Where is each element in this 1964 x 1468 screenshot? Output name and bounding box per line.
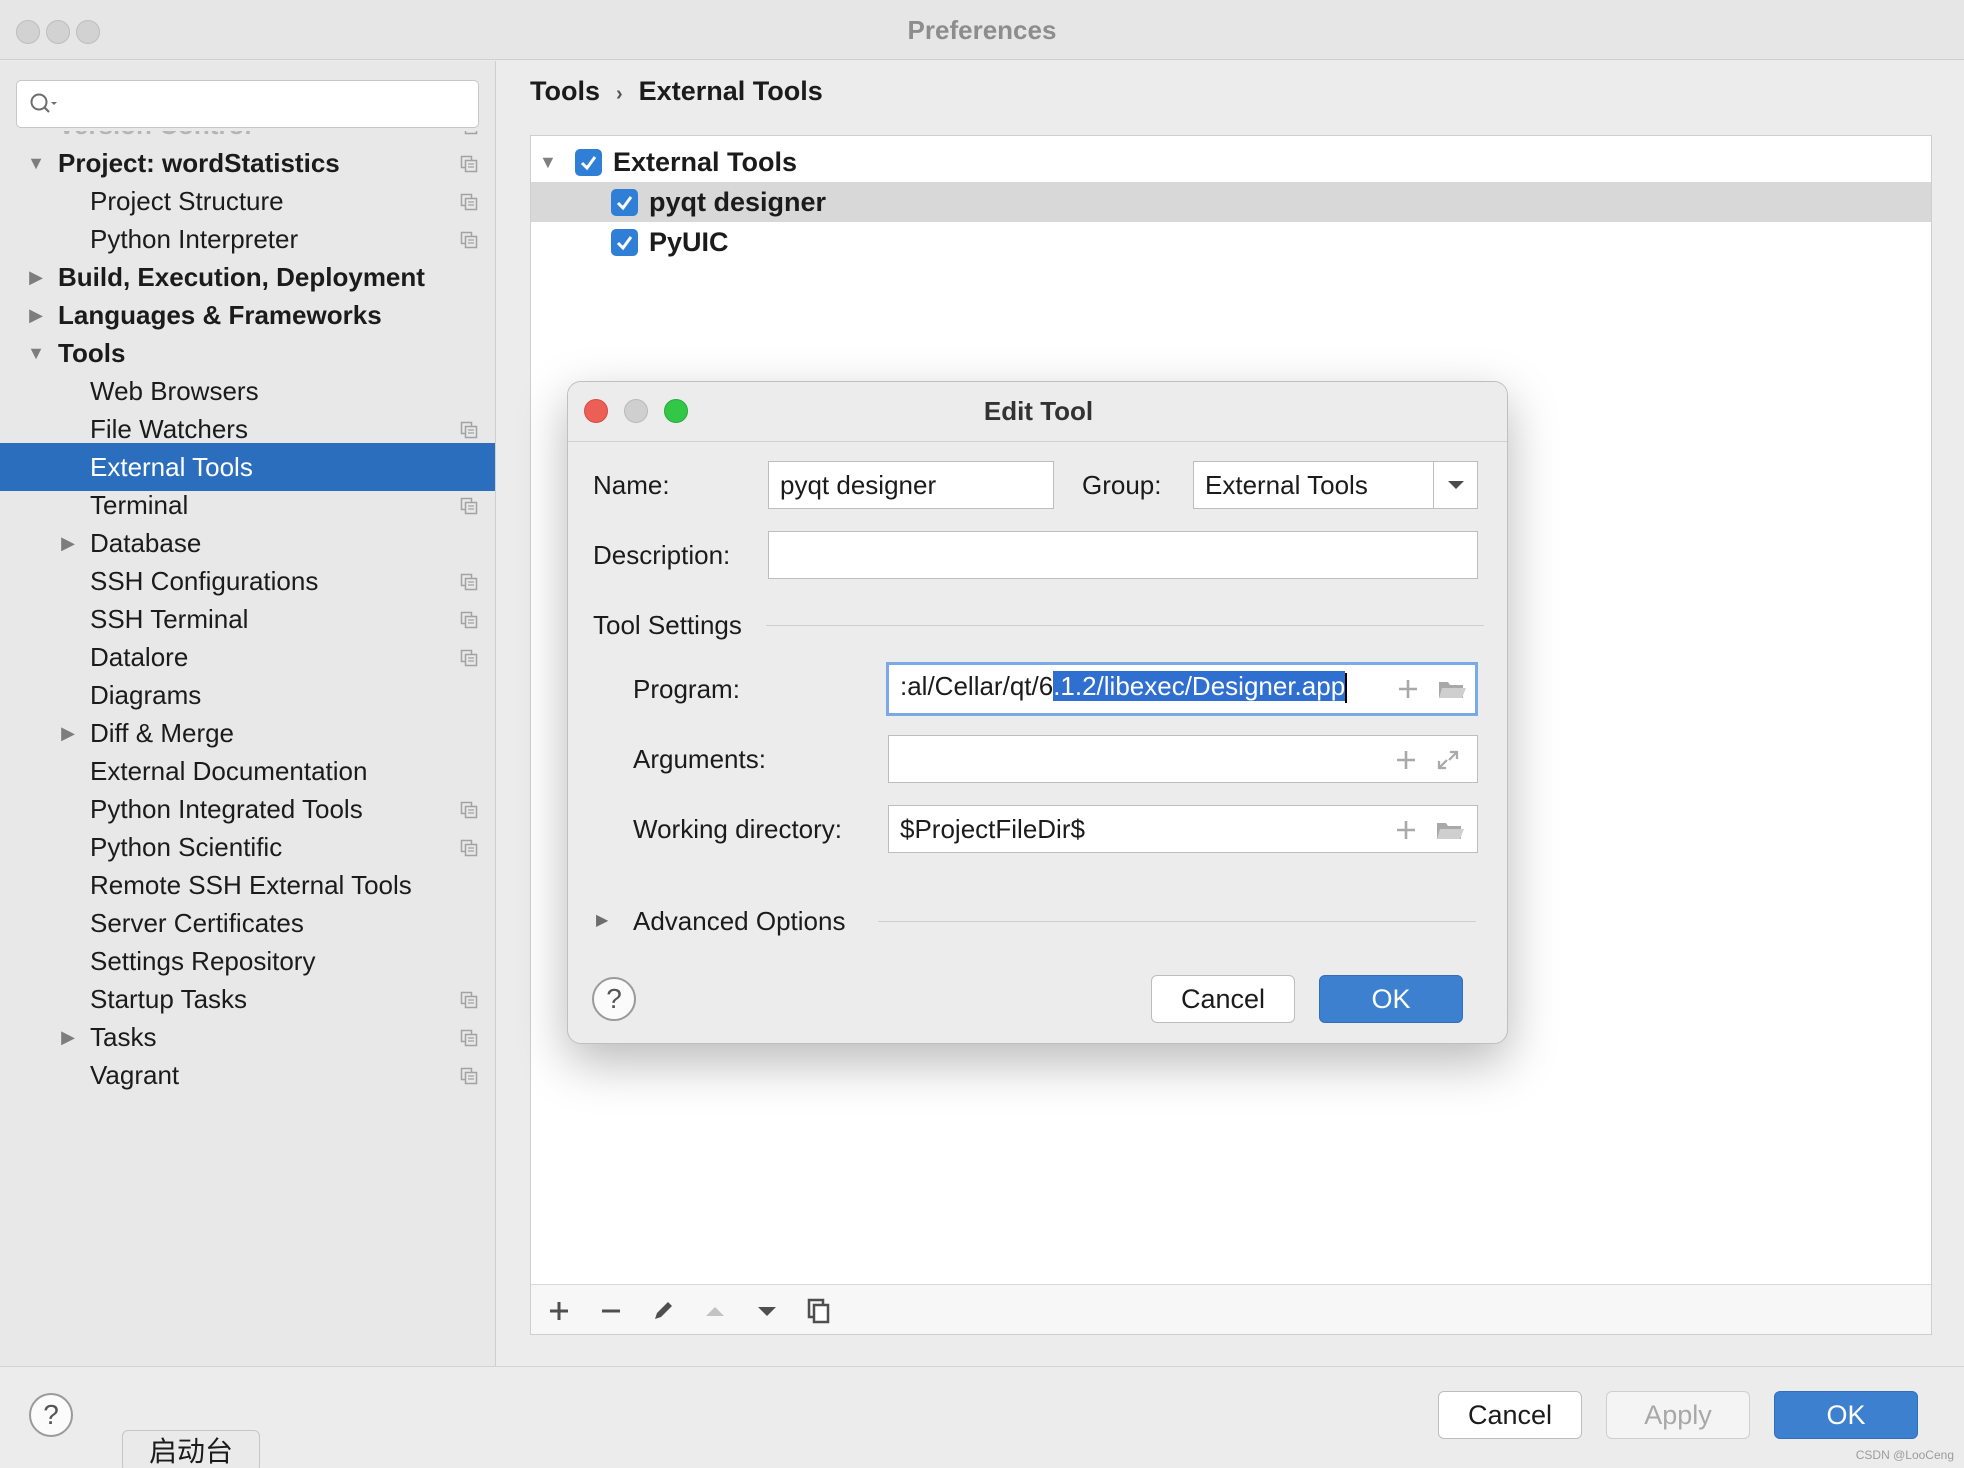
copy-tool-button[interactable] [803, 1295, 835, 1327]
program-label: Program: [633, 674, 740, 704]
tools-group-row[interactable]: ▼ External Tools [531, 142, 1931, 182]
dialog-titlebar: Edit Tool [568, 382, 1507, 442]
search-icon [30, 93, 57, 113]
preferences-ok-button[interactable]: OK [1774, 1391, 1918, 1439]
tool-checkbox-pyqt-designer[interactable] [611, 189, 638, 216]
window-title: Preferences [907, 15, 1057, 45]
tool-label-pyqt-designer: pyqt designer [649, 187, 827, 217]
arguments-field[interactable] [888, 735, 1478, 783]
project-level-icon [460, 421, 478, 439]
tool-row-pyuic[interactable]: PyUIC [531, 222, 1931, 262]
settings-tree: Version Control▼Project: wordStatisticsP… [0, 131, 495, 1366]
name-field[interactable]: pyqt designer [768, 461, 1054, 509]
browse-folder-icon[interactable] [1435, 818, 1465, 842]
advanced-options-toggle[interactable]: Advanced Options [633, 897, 845, 945]
group-combobox[interactable]: External Tools [1193, 461, 1478, 509]
project-level-icon [460, 649, 478, 667]
group-label: Group: [1082, 470, 1162, 500]
tools-toolbar [531, 1284, 1931, 1334]
project-level-icon [460, 611, 478, 629]
working-directory-text: $ProjectFileDir$ [900, 814, 1085, 844]
preferences-footer: ? Cancel Apply OK [0, 1366, 1964, 1468]
settings-sidebar: Version Control▼Project: wordStatisticsP… [0, 61, 496, 1366]
breadcrumb-parent[interactable]: Tools [530, 76, 600, 106]
checkmark-icon [616, 196, 633, 211]
project-level-icon [460, 801, 478, 819]
move-up-button[interactable] [699, 1295, 731, 1327]
preferences-apply-button[interactable]: Apply [1606, 1391, 1750, 1439]
insert-macro-icon[interactable] [1393, 748, 1419, 772]
settings-search-box[interactable] [16, 80, 479, 128]
settings-search-input[interactable] [69, 87, 469, 121]
tools-group-label: External Tools [613, 147, 798, 177]
tool-row-pyqt-designer[interactable]: pyqt designer [531, 182, 1931, 222]
arguments-label: Arguments: [633, 744, 766, 774]
dialog-cancel-button[interactable]: Cancel [1151, 975, 1295, 1023]
program-text-selected: .1.2/libexec/Designer.app [1053, 671, 1346, 701]
name-label: Name: [593, 470, 670, 500]
tool-checkbox-pyuic[interactable] [611, 229, 638, 256]
move-down-button[interactable] [751, 1295, 783, 1327]
project-level-icon [460, 991, 478, 1009]
text-caret [1345, 673, 1348, 704]
sidebar-item[interactable]: Vagrant [0, 1051, 495, 1099]
chevron-down-icon[interactable] [1433, 462, 1477, 508]
checkmark-icon [616, 236, 633, 251]
dialog-title: Edit Tool [983, 396, 1094, 426]
program-text: :al/Cellar/qt/6 [900, 671, 1054, 701]
checkmark-icon [580, 156, 597, 171]
insert-macro-icon[interactable] [1395, 677, 1421, 701]
dialog-ok-button[interactable]: OK [1319, 975, 1463, 1023]
browse-folder-icon[interactable] [1437, 677, 1467, 701]
preferences-help-button[interactable]: ? [29, 1393, 73, 1437]
project-level-icon [460, 155, 478, 173]
tool-settings-divider [766, 625, 1484, 626]
tool-settings-heading: Tool Settings [593, 610, 742, 640]
description-label: Description: [593, 540, 731, 570]
remove-tool-button[interactable] [595, 1295, 627, 1327]
program-field[interactable]: :al/Cellar/qt/6.1.2/libexec/Designer.app [886, 662, 1478, 716]
edit-tool-dialog: Edit Tool Name: pyqt designer Group: Ext… [567, 381, 1508, 1044]
project-level-icon [460, 231, 478, 249]
project-level-icon [460, 839, 478, 857]
collapse-arrow-icon[interactable]: ▼ [539, 142, 557, 182]
breadcrumb-current: External Tools [638, 76, 823, 106]
project-level-icon [460, 1067, 478, 1085]
expand-icon[interactable] [1435, 748, 1461, 772]
sidebar-item-label: Vagrant [90, 1060, 180, 1090]
breadcrumb-separator: › [616, 83, 623, 105]
dock-launchpad-tooltip: 启动台 [122, 1430, 260, 1468]
preferences-window: Preferences Version Control▼Project: wor… [0, 0, 1964, 1468]
dialog-help-button[interactable]: ? [592, 977, 636, 1021]
project-level-icon [464, 131, 478, 135]
project-level-icon [460, 573, 478, 591]
add-tool-button[interactable] [543, 1295, 575, 1327]
group-combobox-value: External Tools [1205, 470, 1368, 500]
advanced-options-divider [878, 921, 1476, 922]
project-level-icon [460, 1029, 478, 1047]
preferences-cancel-button[interactable]: Cancel [1438, 1391, 1582, 1439]
window-titlebar: Preferences [0, 0, 1964, 60]
insert-macro-icon[interactable] [1393, 818, 1419, 842]
expand-arrow-icon[interactable]: ▶ [596, 897, 608, 945]
description-field[interactable] [768, 531, 1478, 579]
working-directory-field[interactable]: $ProjectFileDir$ [888, 805, 1478, 853]
project-level-icon [460, 193, 478, 211]
tool-label-pyuic: PyUIC [649, 227, 729, 257]
edit-tool-button[interactable] [647, 1295, 679, 1327]
working-directory-label: Working directory: [633, 814, 843, 844]
watermark: CSDN @LooCeng [1855, 1448, 1954, 1462]
breadcrumb: Tools › External Tools [530, 76, 823, 107]
project-level-icon [460, 497, 478, 515]
tools-group-checkbox[interactable] [575, 149, 602, 176]
